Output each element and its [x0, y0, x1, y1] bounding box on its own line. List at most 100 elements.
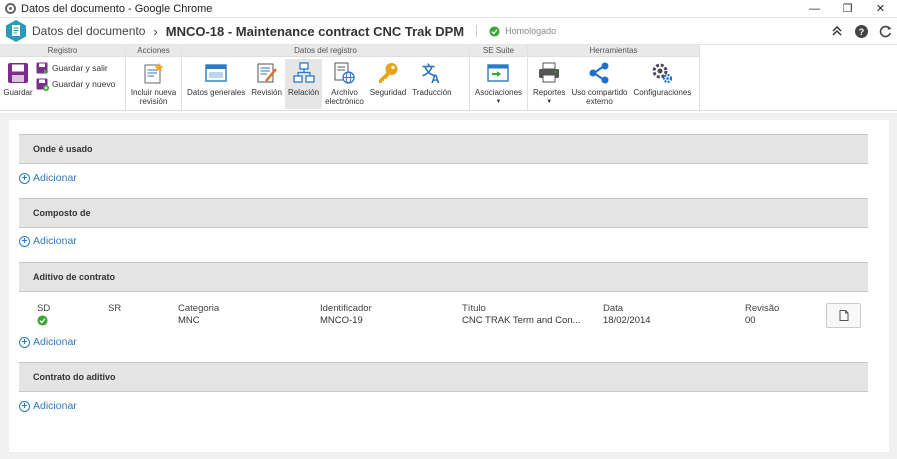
section-title: Onde é usado [19, 134, 868, 164]
restore-button[interactable]: ❐ [831, 0, 864, 18]
relation-button[interactable]: Relación [284, 59, 323, 109]
translation-button[interactable]: 文A Traducción [409, 59, 454, 109]
plus-circle-icon [19, 400, 30, 412]
associations-button[interactable]: Asociaciones ▼ [472, 59, 525, 109]
breadcrumb[interactable]: Datos del documento [32, 24, 145, 38]
settings-label: Configuraciones [633, 88, 692, 97]
page-title: MNCO-18 - Maintenance contract CNC Trak … [165, 23, 465, 39]
add-link-composed-of[interactable]: Adicionar [19, 235, 77, 247]
ribbon-group-title: Registro [0, 45, 125, 57]
add-label: Adicionar [33, 400, 77, 412]
gear-check-icon [489, 25, 500, 37]
chevron-right-icon: › [153, 23, 158, 39]
add-link-contract-additive[interactable]: Adicionar [19, 336, 77, 348]
view-document-button[interactable] [826, 303, 861, 328]
app-header: Datos del documento › MNCO-18 - Maintena… [0, 18, 897, 45]
include-new-revision-button[interactable]: Incluir nueva revisión [128, 59, 179, 109]
section-where-used: Onde é usado [19, 134, 868, 164]
electronic-file-button[interactable]: Archivo electrónico [322, 59, 367, 109]
section-title: Contrato do aditivo [19, 362, 868, 392]
external-share-label-1: Uso compartido [571, 88, 628, 97]
ribbon-toolbar: Registro Guardar Guardar y salir Guardar… [0, 45, 897, 111]
section-composed-of: Composto de [19, 198, 868, 228]
general-data-label: Datos generales [187, 88, 246, 97]
column-date: Data 18/02/2014 [603, 303, 651, 326]
file-globe-icon [332, 61, 356, 85]
column-header: SR [108, 303, 122, 314]
save-new-icon [36, 78, 49, 91]
window-icon [204, 61, 228, 85]
column-header: Título [462, 303, 486, 314]
gears-icon [650, 61, 674, 85]
revision-button[interactable]: Revisión [248, 59, 285, 109]
divider [476, 25, 478, 37]
ribbon-group-registro: Registro Guardar Guardar y salir Guardar… [0, 45, 126, 110]
help-icon[interactable]: ? [849, 19, 873, 43]
chrome-icon [5, 3, 16, 14]
relation-label: Relación [287, 88, 320, 97]
floppy-disk-icon [6, 61, 30, 85]
electronic-file-label-2: electrónico [325, 97, 364, 106]
save-and-exit-button[interactable]: Guardar y salir [36, 61, 119, 75]
plus-circle-icon [19, 172, 30, 184]
add-link-additive-contract[interactable]: Adicionar [19, 400, 77, 412]
section-title: Composto de [19, 198, 868, 228]
svg-text:?: ? [858, 27, 864, 37]
status-text: Homologado [505, 26, 557, 36]
column-header: Categoria [178, 303, 220, 314]
minimize-button[interactable]: — [798, 0, 831, 18]
associations-label: Asociaciones [474, 88, 523, 97]
security-label: Seguridad [369, 88, 407, 97]
column-header: Identificador [320, 303, 372, 314]
save-button[interactable]: Guardar [0, 59, 36, 109]
include-revision-label-1: Incluir nueva [130, 88, 177, 97]
ribbon-group-acciones: Acciones Incluir nueva revisión [126, 45, 182, 110]
cell-date: 18/02/2014 [603, 315, 651, 326]
status-gear-check-icon [37, 315, 48, 326]
settings-button[interactable]: Configuraciones [631, 59, 695, 109]
document-edit-icon [255, 61, 279, 85]
window-titlebar: Datos del documento - Google Chrome — ❐ … [0, 0, 897, 18]
save-and-new-button[interactable]: Guardar y nuevo [36, 77, 119, 91]
section-additive-contract: Contrato do aditivo [19, 362, 868, 392]
cell-title[interactable]: CNC TRAK Term and Con... [462, 315, 588, 326]
ribbon-group-herramientas: Herramientas Reportes ▼ Uso compartido e… [528, 45, 700, 110]
save-exit-label: Guardar y salir [52, 63, 108, 73]
column-sr: SR [108, 303, 121, 315]
cell-identifier[interactable]: MNCO-19 [320, 315, 372, 326]
save-label: Guardar [3, 88, 33, 97]
column-header: SD [37, 303, 51, 314]
revision-label: Revisión [251, 88, 282, 97]
key-icon [376, 61, 400, 85]
ribbon-group-datos: Datos del registro Datos generales Revis… [182, 45, 470, 110]
status-badge: Homologado [489, 25, 557, 37]
security-button[interactable]: Seguridad [367, 59, 409, 109]
printer-icon [537, 61, 561, 85]
column-revision: Revisão 00 [745, 303, 779, 326]
add-link-where-used[interactable]: Adicionar [19, 172, 77, 184]
hierarchy-icon [292, 61, 316, 85]
window-title: Datos del documento - Google Chrome [21, 2, 213, 15]
caret-down-icon: ▼ [546, 99, 553, 105]
external-share-button[interactable]: Uso compartido externo [568, 59, 630, 109]
document-logo-icon [6, 20, 26, 42]
add-label: Adicionar [33, 172, 77, 184]
new-revision-icon [141, 61, 165, 85]
save-exit-icon [36, 62, 49, 75]
electronic-file-label-1: Archivo [331, 88, 358, 97]
translation-label: Traducción [412, 88, 452, 97]
document-icon [839, 310, 848, 321]
column-header: Data [603, 303, 624, 314]
column-title: Título CNC TRAK Term and Con... [462, 303, 588, 326]
collapse-icon[interactable] [825, 19, 849, 43]
close-window-button[interactable]: ✕ [864, 0, 897, 18]
reports-button[interactable]: Reportes ▼ [530, 59, 568, 109]
include-revision-label-2: revisión [139, 97, 168, 106]
add-label: Adicionar [33, 336, 77, 348]
refresh-icon[interactable] [873, 19, 897, 43]
cell-revision: 00 [745, 315, 756, 326]
add-label: Adicionar [33, 235, 77, 247]
plus-circle-icon [19, 336, 30, 348]
reports-label: Reportes [533, 88, 566, 97]
general-data-button[interactable]: Datos generales [184, 59, 248, 109]
